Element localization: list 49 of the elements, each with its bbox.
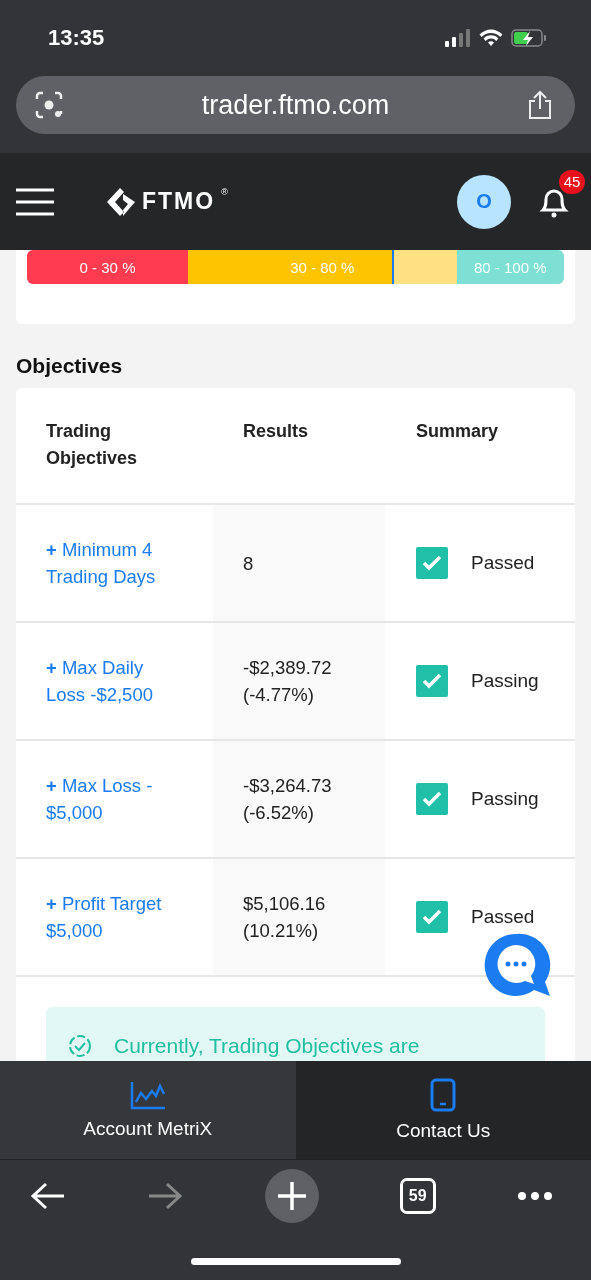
registered-mark: ®: [221, 186, 228, 197]
more-icon[interactable]: [517, 1191, 553, 1201]
battery-icon: [511, 29, 547, 47]
check-icon: [422, 909, 442, 925]
section-title: Objectives: [16, 354, 124, 378]
nav-tab[interactable]: Account MetriX: [0, 1061, 296, 1159]
check-icon: [422, 673, 442, 689]
forward-icon[interactable]: [147, 1181, 184, 1211]
objective-link[interactable]: + Max Loss - $5,000: [46, 772, 183, 826]
result-text: 8: [243, 551, 254, 576]
share-icon[interactable]: [527, 90, 553, 120]
column-header: Summary: [416, 420, 499, 443]
tab-count[interactable]: 59: [399, 1178, 436, 1214]
nav-tab[interactable]: Contact Us: [295, 1061, 591, 1159]
wifi-icon: [479, 29, 503, 47]
summary-text: Passing: [471, 788, 539, 810]
status-time: 13:35: [48, 25, 105, 51]
result-text: $5,106.16 (10.21%): [243, 892, 327, 943]
check-icon: [422, 791, 442, 807]
chat-button[interactable]: [482, 932, 552, 998]
brand-name: FTMO: [142, 188, 216, 215]
check-icon: [422, 555, 442, 571]
summary-text: Passed: [471, 906, 535, 928]
menu-icon[interactable]: [16, 187, 54, 216]
result-text: -$2,389.72 (-4.77%): [243, 656, 333, 707]
column-header: Results: [243, 420, 309, 443]
logo-icon: [106, 186, 136, 217]
back-icon[interactable]: [30, 1181, 66, 1211]
objective-link[interactable]: + Max Daily Loss -$2,500: [46, 654, 183, 708]
check-circle-icon: [68, 1034, 92, 1058]
signal-icon: [445, 29, 471, 47]
notice-text: Currently, Trading Objectives are: [114, 1034, 420, 1058]
chart-icon: [129, 1080, 166, 1110]
gauge-label: 80 - 100 %: [474, 258, 547, 276]
gauge-label: 30 - 80 %: [290, 258, 355, 276]
column-header: Trading Objectives: [46, 420, 139, 470]
summary-text: Passing: [471, 670, 539, 692]
address-bar[interactable]: trader.ftmo.com: [16, 76, 575, 134]
phone-icon: [430, 1078, 457, 1112]
url-text: trader.ftmo.com: [201, 89, 390, 121]
summary-text: Passed: [471, 552, 535, 574]
objective-link[interactable]: + Profit Target $5,000: [46, 890, 183, 944]
camera-lens-icon[interactable]: [34, 90, 64, 120]
result-text: -$3,264.73 (-6.52%): [243, 774, 333, 825]
gauge-label: 0 - 30 %: [79, 258, 136, 276]
avatar-button[interactable]: O: [457, 174, 511, 229]
notification-badge: 45: [559, 169, 585, 194]
objective-link[interactable]: + Minimum 4 Trading Days: [46, 536, 183, 590]
new-tab-icon[interactable]: [264, 1169, 319, 1223]
